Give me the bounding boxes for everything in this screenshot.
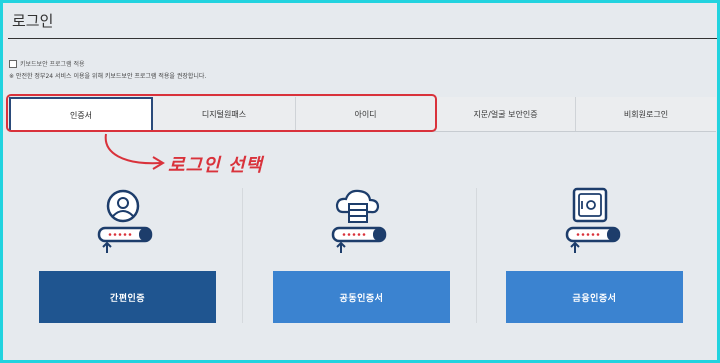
column-divider (476, 188, 477, 323)
annotation-text: 로그인 선택 (168, 155, 264, 176)
login-panel: 로그인 키보드보안 프로그램 적용 ※ 안전한 정부24 서비스 이용을 위해 … (3, 3, 717, 360)
simple-auth-button[interactable]: 간편인증 (39, 271, 216, 323)
financial-certificate-button[interactable]: 금융인증서 (506, 271, 683, 323)
joint-certificate-button[interactable]: 공동인증서 (273, 271, 450, 323)
person-id-icon (97, 189, 153, 253)
column-divider (242, 188, 243, 323)
safe-box-icon (565, 187, 621, 253)
cloud-server-icon (331, 189, 387, 253)
